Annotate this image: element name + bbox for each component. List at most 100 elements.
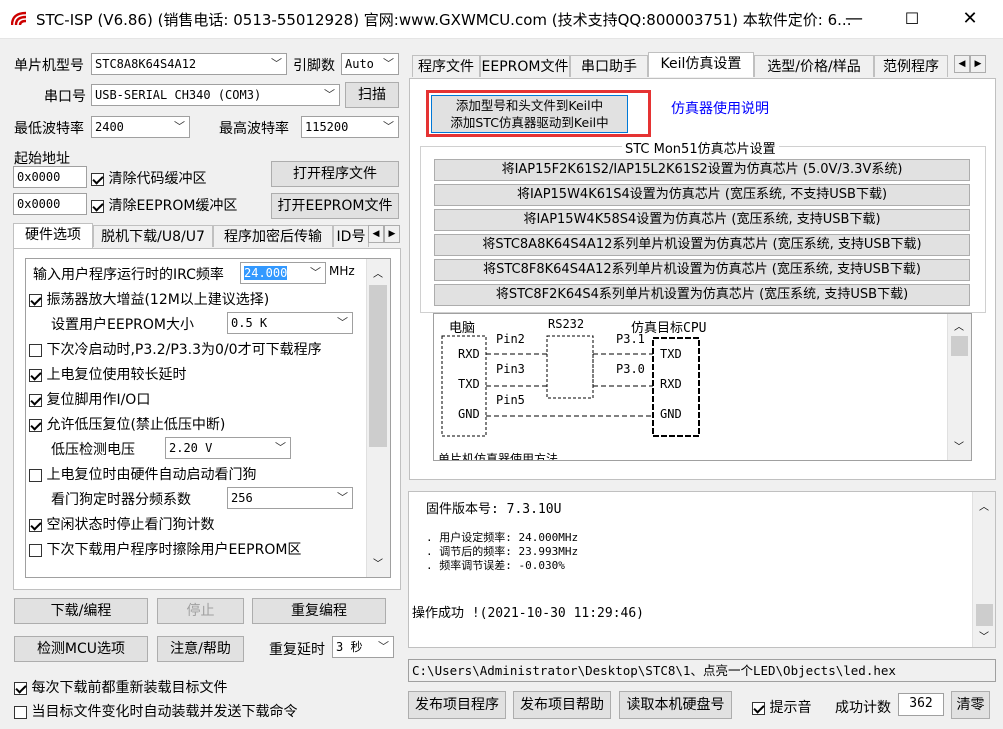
scroll-thumb[interactable]: [976, 604, 993, 626]
osc-gain-checkbox[interactable]: 振荡器放大增益(12M以上建议选择): [29, 289, 269, 309]
right-tab-bar: 程序文件 EEPROM文件 串口助手 Keil仿真设置 选型/价格/样品 范例程…: [412, 52, 997, 79]
publish-project-button[interactable]: 发布项目程序: [408, 691, 506, 719]
left-tab-bar: 硬件选项 脱机下载/U8/U7 程序加密后传输 ID号 ◀ ▶: [13, 223, 401, 250]
scroll-thumb[interactable]: [369, 285, 387, 447]
emulator-manual-link[interactable]: 仿真器使用说明: [671, 98, 769, 118]
minimize-button[interactable]: —: [831, 0, 877, 38]
checkbox-icon: [29, 368, 42, 382]
pins-select[interactable]: Auto ﹀: [341, 53, 399, 75]
mcu-model-value: STC8A8K64S4A12: [95, 57, 197, 71]
clear-count-button[interactable]: 清零: [951, 691, 990, 719]
tab-serial-assistant[interactable]: 串口助手: [570, 55, 648, 77]
publish-help-button[interactable]: 发布项目帮助: [513, 691, 611, 719]
diagram-footer-text: 单片机仿真器使用方法: [438, 452, 559, 461]
scroll-down-icon[interactable]: ﹀: [979, 628, 989, 643]
read-disk-id-button[interactable]: 读取本机硬盘号: [619, 691, 732, 719]
long-delay-checkbox[interactable]: 上电复位使用较长延时: [29, 364, 186, 384]
checkbox-icon: [29, 418, 42, 432]
diagram-pin2: Pin2: [496, 332, 525, 346]
diagram-pin5: Pin5: [496, 393, 525, 407]
wdt-idle-checkbox[interactable]: 空闲状态时停止看门狗计数: [29, 514, 214, 534]
success-count-label: 成功计数: [835, 700, 891, 716]
tab-scroll-left-icon[interactable]: ◀: [368, 225, 384, 243]
tab-selection-price[interactable]: 选型/价格/样品: [754, 55, 874, 77]
sound-checkbox[interactable]: 提示音: [752, 697, 811, 717]
tab-hardware-options[interactable]: 硬件选项: [13, 223, 93, 248]
low-volt-reset-checkbox[interactable]: 允许低压复位(禁止低压中断): [29, 414, 225, 434]
checkbox-icon: [29, 293, 42, 307]
cold-start-checkbox[interactable]: 下次冷启动时,P3.2/P3.3为0/0才可下载程序: [29, 339, 322, 359]
tab-scroll-right-icon[interactable]: ▶: [970, 55, 986, 73]
reset-io-checkbox[interactable]: 复位脚用作I/O口: [29, 389, 150, 409]
eeprom-address-input[interactable]: 0x0000: [13, 193, 87, 215]
mcu-model-label: 单片机型号: [14, 58, 84, 74]
repeat-delay-select[interactable]: 3 秒 ﹀: [332, 636, 394, 658]
tab-id[interactable]: ID号: [333, 225, 369, 247]
code-address-input[interactable]: 0x0000: [13, 166, 87, 188]
open-program-file-button[interactable]: 打开程序文件: [271, 161, 399, 187]
stc-logo-icon: [11, 11, 27, 26]
repeat-program-button[interactable]: 重复编程: [252, 598, 386, 624]
scan-button[interactable]: 扫描: [345, 82, 399, 108]
open-eeprom-file-button[interactable]: 打开EEPROM文件: [271, 193, 399, 219]
tab-encrypt-transfer[interactable]: 程序加密后传输: [213, 225, 333, 247]
hardware-options-panel: 输入用户程序运行时的IRC频率 24.000 ﹀ MHz 振荡器放大增益(12M以…: [13, 248, 401, 590]
sim-iap15f2k61s2-button[interactable]: 将IAP15F2K61S2/IAP15L2K61S2设置为仿真芯片 (5.0V/…: [434, 159, 970, 181]
scroll-down-icon[interactable]: ﹀: [954, 438, 964, 453]
wdt-div-label: 看门狗定时器分频系数: [51, 492, 191, 508]
sim-iap15w4k61s4-button[interactable]: 将IAP15W4K61S4设置为仿真芯片 (宽压系统, 不支持USB下载): [434, 184, 970, 206]
low-volt-select[interactable]: 2.20 V ﹀: [165, 437, 291, 459]
download-program-button[interactable]: 下载/编程: [14, 598, 148, 624]
low-volt-value: 2.20 V: [169, 441, 213, 455]
check-mcu-button[interactable]: 检测MCU选项: [14, 636, 148, 662]
scroll-up-icon[interactable]: ︿: [373, 265, 383, 280]
eeprom-size-select[interactable]: 0.5 K ﹀: [227, 312, 353, 334]
tab-eeprom-file[interactable]: EEPROM文件: [480, 55, 570, 77]
scroll-up-icon[interactable]: ︿: [954, 318, 964, 333]
tab-program-file[interactable]: 程序文件: [412, 55, 480, 77]
target-file-path[interactable]: C:\Users\Administrator\Desktop\STC8\1、点亮…: [408, 659, 996, 682]
port-select[interactable]: USB-SERIAL CH340 (COM3) ﹀: [91, 84, 340, 106]
options-scrollbar[interactable]: ︿ ﹀: [366, 259, 390, 577]
min-baud-value: 2400: [95, 120, 124, 134]
tab-keil-settings[interactable]: Keil仿真设置: [648, 52, 754, 77]
tab-offline-download[interactable]: 脱机下载/U8/U7: [93, 225, 213, 247]
add-keil-button[interactable]: 添加型号和头文件到Keil中 添加STC仿真器驱动到Keil中: [431, 95, 628, 133]
low-volt-reset-label: 允许低压复位(禁止低压中断): [46, 417, 226, 433]
irc-frequency-select[interactable]: 24.000 ﹀: [240, 262, 326, 284]
scroll-thumb[interactable]: [951, 336, 968, 356]
clear-code-checkbox[interactable]: 清除代码缓冲区: [91, 168, 206, 188]
wdt-div-select[interactable]: 256 ﹀: [227, 487, 353, 509]
log-scrollbar[interactable]: ︿ ﹀: [972, 492, 995, 647]
stop-button[interactable]: 停止: [157, 598, 244, 624]
sim-stc8f8k64s4a12-button[interactable]: 将STC8F8K64S4A12系列单片机设置为仿真芯片 (宽压系统, 支持USB…: [434, 259, 970, 281]
scroll-down-icon[interactable]: ﹀: [373, 555, 383, 570]
diagram-pc-rxd: RXD: [458, 347, 480, 361]
diagram-scrollbar[interactable]: ︿ ﹀: [947, 314, 971, 460]
close-button[interactable]: ✕: [947, 0, 993, 38]
checkbox-icon: [752, 701, 765, 715]
erase-eeprom-label: 下次下载用户程序时擦除用户EEPROM区: [46, 542, 302, 558]
sim-iap15w4k58s4-button[interactable]: 将IAP15W4K58S4设置为仿真芯片 (宽压系统, 支持USB下载): [434, 209, 970, 231]
port-value: USB-SERIAL CH340 (COM3): [95, 88, 262, 102]
max-baud-select[interactable]: 115200 ﹀: [301, 116, 399, 138]
maximize-button[interactable]: ☐: [889, 0, 935, 38]
erase-eeprom-checkbox[interactable]: 下次下载用户程序时擦除用户EEPROM区: [29, 539, 301, 559]
sim-stc8a8k64s4a12-button[interactable]: 将STC8A8K64S4A12系列单片机设置为仿真芯片 (宽压系统, 支持USB…: [434, 234, 970, 256]
min-baud-select[interactable]: 2400 ﹀: [91, 116, 190, 138]
mcu-model-select[interactable]: STC8A8K64S4A12 ﹀: [91, 53, 287, 75]
help-button[interactable]: 注意/帮助: [157, 636, 244, 662]
tab-scroll-right-icon[interactable]: ▶: [384, 225, 400, 243]
tab-scroll-left-icon[interactable]: ◀: [954, 55, 970, 73]
sim-stc8f2k64s4-button[interactable]: 将STC8F2K64S4系列单片机设置为仿真芯片 (宽压系统, 支持USB下载): [434, 284, 970, 306]
scroll-up-icon[interactable]: ︿: [979, 498, 989, 513]
tab-examples[interactable]: 范例程序: [874, 55, 948, 77]
reload-checkbox[interactable]: 每次下载前都重新装载目标文件: [14, 677, 227, 697]
checkbox-icon: [29, 468, 42, 482]
log-output: 固件版本号: 7.3.10U . 用户设定频率: 24.000MHz . 调节后…: [408, 491, 996, 648]
clear-eeprom-label: 清除EEPROM缓冲区: [108, 198, 238, 214]
wdt-idle-label: 空闲状态时停止看门狗计数: [46, 517, 215, 533]
auto-send-checkbox[interactable]: 当目标文件变化时自动装载并发送下载命令: [14, 701, 297, 721]
clear-eeprom-checkbox[interactable]: 清除EEPROM缓冲区: [91, 195, 237, 215]
wdt-auto-checkbox[interactable]: 上电复位时由硬件自动启动看门狗: [29, 464, 256, 484]
